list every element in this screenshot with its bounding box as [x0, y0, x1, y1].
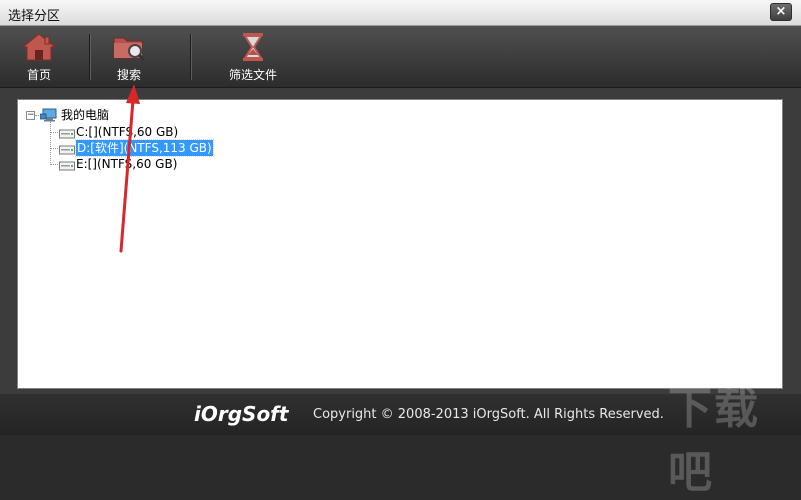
toolbar: 首页 搜索 筛选文件: [0, 26, 801, 88]
watermark-logo: 下载吧: [668, 383, 760, 498]
content-area: − 我的电脑 C:[](NTFS,60 GB) D:[软件](NTFS,113 …: [0, 88, 801, 394]
search-button[interactable]: 搜索: [98, 26, 160, 87]
brand-logo: iOrgSoft: [194, 402, 289, 426]
search-label: 搜索: [116, 68, 141, 82]
tree-node-label: 我的电脑: [61, 108, 110, 122]
home-label: 首页: [26, 68, 51, 82]
hourglass-icon: [240, 32, 266, 66]
folder-search-icon: [111, 32, 147, 66]
drive-label: C:[](NTFS,60 GB): [76, 125, 179, 139]
partition-tree-panel[interactable]: − 我的电脑 C:[](NTFS,60 GB) D:[软件](NTFS,113 …: [17, 99, 783, 389]
close-button[interactable]: ×: [770, 3, 792, 21]
drive-icon: [59, 143, 75, 159]
filter-files-button[interactable]: 筛选文件: [220, 26, 286, 87]
toolbar-separator: [190, 34, 191, 80]
window-title: 选择分区: [8, 9, 61, 24]
filter-files-label: 筛选文件: [228, 68, 277, 82]
tree-line: [50, 132, 58, 133]
drive-label-selected: D:[软件](NTFS,113 GB): [75, 139, 214, 157]
computer-icon: [39, 108, 58, 126]
toolbar-separator: [89, 34, 90, 80]
select-partition-window: 选择分区 × 首页 搜索 筛选文件 − 我的电脑 C:[](NTFS,60 GB…: [0, 0, 801, 498]
collapse-toggle[interactable]: −: [26, 111, 35, 120]
tree-line: [50, 164, 58, 165]
drive-label: E:[](NTFS,60 GB): [76, 157, 178, 171]
home-icon: [21, 32, 57, 66]
tree-line: [50, 148, 58, 149]
title-bar: 选择分区 ×: [0, 0, 801, 26]
drive-icon: [59, 127, 75, 143]
tree-line: [50, 121, 51, 163]
home-button[interactable]: 首页: [8, 26, 70, 87]
copyright-text: Copyright © 2008-2013 iOrgSoft. All Righ…: [313, 407, 664, 422]
drive-icon: [59, 159, 75, 175]
